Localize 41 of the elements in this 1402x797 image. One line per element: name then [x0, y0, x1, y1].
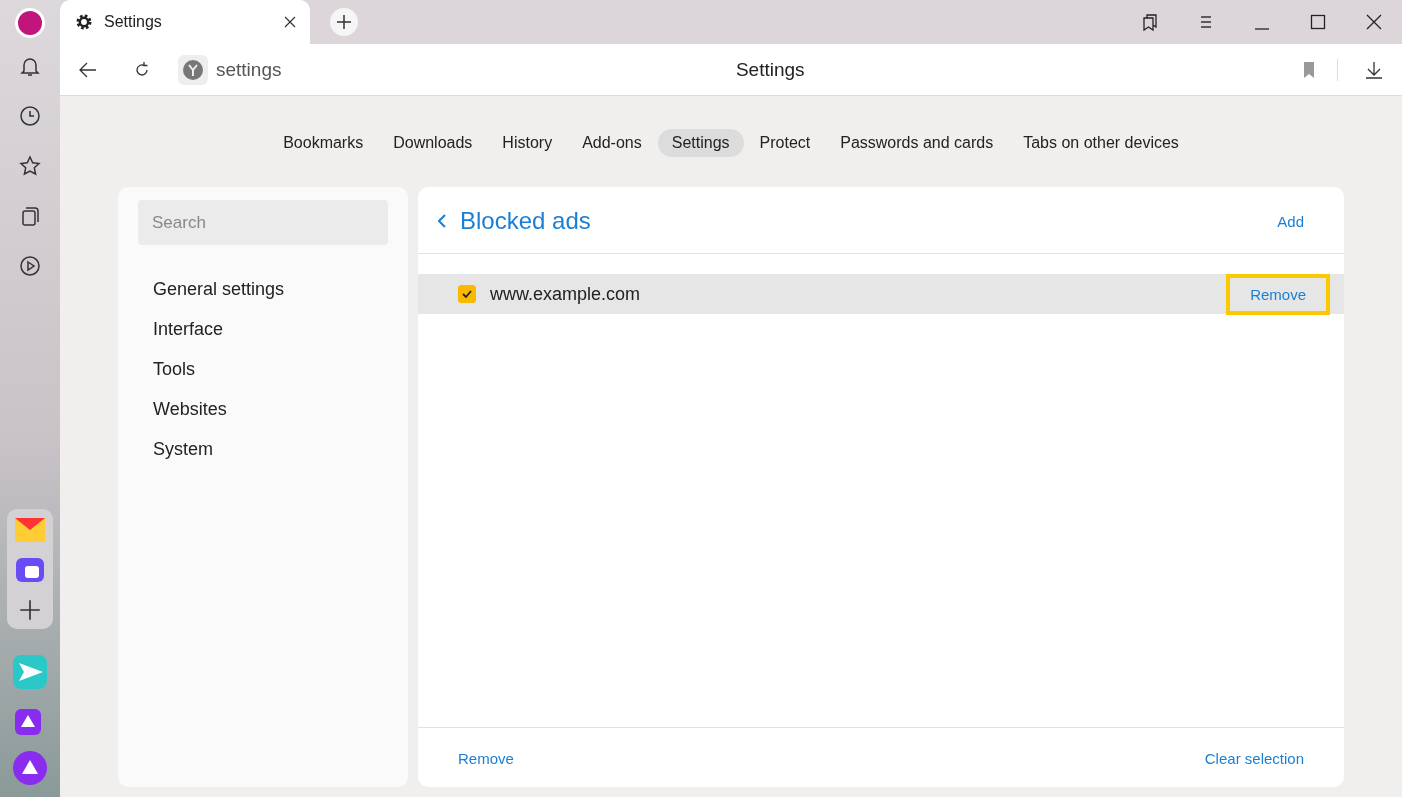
sidebar-item[interactable]: General settings: [153, 277, 373, 301]
nav-tab[interactable]: Bookmarks: [269, 129, 378, 157]
clock-icon[interactable]: [18, 104, 42, 128]
site-text: www.example.com: [490, 283, 641, 305]
sidebar-item[interactable]: System: [153, 437, 373, 461]
nav-tab[interactable]: History: [488, 129, 567, 157]
plus-icon: [336, 14, 352, 30]
browser-tab[interactable]: Settings: [60, 0, 310, 44]
bookmarks-icon[interactable]: [1140, 12, 1160, 32]
nav-tab[interactable]: Passwords and cards: [826, 129, 1008, 157]
maximize-icon[interactable]: [1308, 12, 1328, 32]
new-tab-button[interactable]: [330, 8, 358, 36]
panel-title: Blocked ads: [460, 207, 591, 235]
nav-tab[interactable]: Settings: [657, 129, 744, 157]
play-icon[interactable]: [18, 254, 42, 278]
check-icon: [461, 288, 473, 300]
remove-link[interactable]: Remove: [458, 750, 514, 767]
tab-title: Settings: [104, 13, 163, 31]
checkbox[interactable]: [458, 285, 476, 303]
sidebar-item[interactable]: Tools: [153, 357, 373, 381]
messenger-icon[interactable]: [15, 557, 45, 583]
nav-tab[interactable]: Protect: [745, 129, 825, 157]
star-icon[interactable]: [18, 154, 42, 178]
search-field[interactable]: Search: [138, 200, 388, 245]
settings-icon: [74, 12, 94, 32]
site-icon: [178, 54, 208, 85]
sidebar-item[interactable]: Websites: [153, 397, 373, 421]
nav-tab[interactable]: Add-ons: [568, 129, 656, 157]
sidebar-item[interactable]: Interface: [153, 317, 373, 341]
page-title: Settings: [734, 58, 806, 81]
list-row[interactable]: www.example.com Remove: [418, 274, 1344, 314]
close-icon[interactable]: [284, 16, 296, 28]
clear-selection-link[interactable]: Clear selection: [1204, 750, 1304, 767]
chevron-left-icon[interactable]: [438, 214, 446, 228]
close-icon[interactable]: [1364, 12, 1384, 32]
add-link[interactable]: Add: [1277, 212, 1304, 230]
nav-tab[interactable]: Downloads: [379, 129, 487, 157]
download-icon[interactable]: [1364, 59, 1384, 80]
assistant-icon[interactable]: [13, 751, 47, 785]
address-text[interactable]: settings: [216, 58, 282, 81]
nav-tab[interactable]: Tabs on other devices: [1009, 129, 1193, 157]
